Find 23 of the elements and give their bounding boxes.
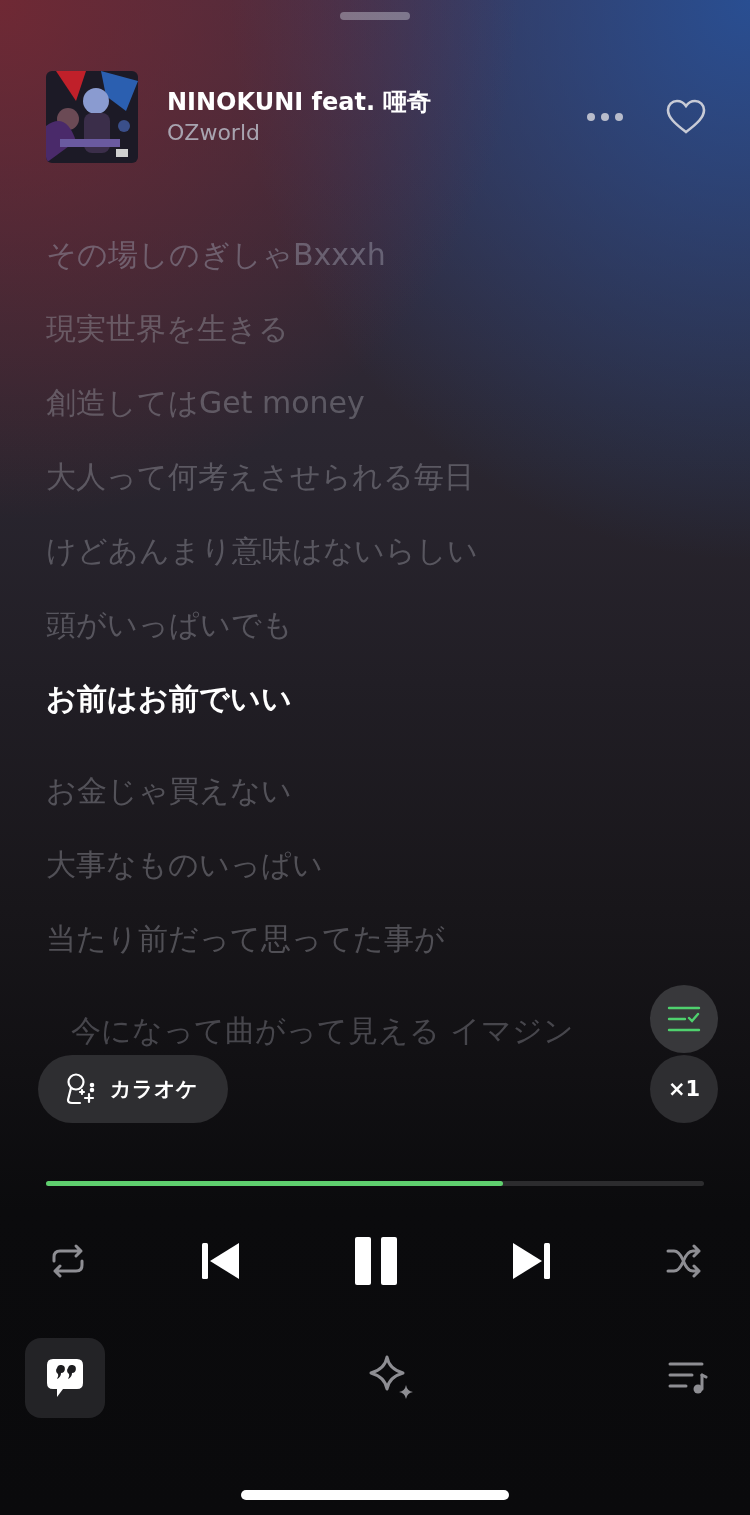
lyrics-button[interactable] xyxy=(25,1338,105,1418)
heart-icon[interactable] xyxy=(666,99,706,135)
lyric-line[interactable]: 当たり前だって思ってた事が xyxy=(46,919,445,959)
progress-bar[interactable] xyxy=(46,1181,704,1186)
list-check-icon xyxy=(667,1004,701,1034)
song-title: NINOKUNI feat. 唖奇 xyxy=(167,87,433,118)
lyric-line[interactable]: 大事なものいっぱい xyxy=(46,845,323,885)
previous-track-icon[interactable] xyxy=(200,1241,240,1281)
more-icon[interactable] xyxy=(586,112,624,122)
karaoke-button[interactable]: カラオケ xyxy=(38,1055,228,1123)
next-track-icon[interactable] xyxy=(512,1241,552,1281)
artist-name[interactable]: OZworld xyxy=(167,118,586,148)
lyric-line[interactable]: その場しのぎしゃBxxxh xyxy=(46,235,386,275)
queue-icon[interactable] xyxy=(668,1361,708,1395)
shuffle-icon[interactable] xyxy=(666,1243,702,1279)
lyric-line[interactable]: お前はお前でいい xyxy=(46,679,292,719)
lyric-line[interactable]: お金じゃ買えない xyxy=(46,771,292,811)
quote-bubble-icon xyxy=(45,1357,85,1399)
repeat-icon[interactable] xyxy=(50,1243,86,1279)
lyric-line[interactable]: 今になって曲がって見える イマジン xyxy=(46,1011,616,1051)
pause-icon[interactable] xyxy=(354,1236,398,1286)
drag-handle[interactable] xyxy=(340,12,410,20)
speed-button[interactable]: ×1 xyxy=(650,1055,718,1123)
